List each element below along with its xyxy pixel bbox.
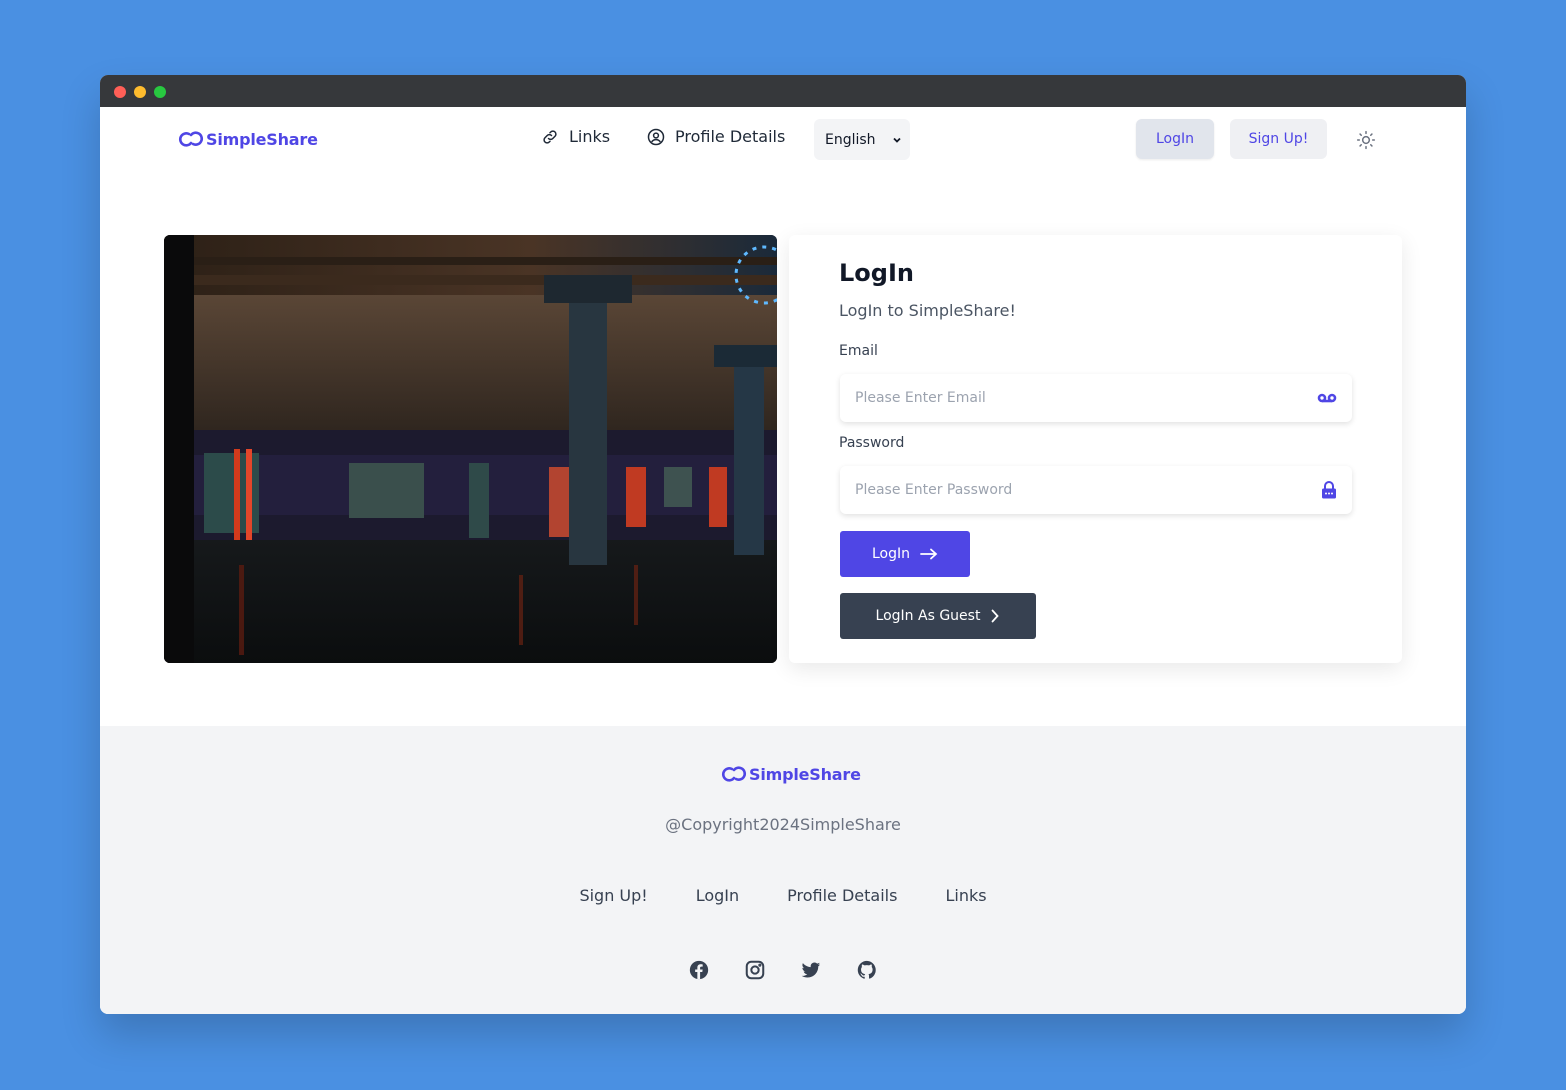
link-logo-icon [178,131,204,147]
maximize-window-button[interactable] [154,86,166,98]
user-circle-icon [647,128,665,145]
password-label: Password [839,435,905,451]
email-field[interactable] [840,374,1352,422]
instagram-icon[interactable] [744,959,766,981]
header-signup-button[interactable]: Sign Up! [1230,119,1327,159]
nav-links[interactable]: Links [541,127,610,146]
social-links [688,959,878,981]
footer-link-profile-details[interactable]: Profile Details [787,886,897,905]
copyright-text: @Copyright2024SimpleShare [665,815,901,834]
footer-link-login[interactable]: LogIn [696,886,739,905]
login-title: LogIn [839,259,914,287]
chevron-down-icon [893,137,901,143]
link-logo-icon [721,766,747,782]
email-label: Email [839,343,878,359]
footer-brand-name: SimpleShare [749,764,861,784]
login-submit-label: LogIn [871,546,910,562]
browser-window: SimpleShare Links Profile Details Englis… [100,75,1466,1014]
login-submit-button[interactable]: LogIn [840,531,970,577]
email-input[interactable] [855,390,1275,406]
footer-link-links[interactable]: Links [945,886,986,905]
lock-icon [1322,481,1336,499]
nav-links-label: Links [569,127,611,146]
twitter-icon[interactable] [800,959,822,981]
site-footer: SimpleShare @Copyright2024SimpleShare Si… [100,726,1466,1014]
site-header: SimpleShare Links Profile Details Englis… [100,107,1466,171]
language-select[interactable]: English [814,119,910,160]
voicemail-icon [1317,393,1337,403]
footer-brand-logo[interactable]: SimpleShare [720,760,861,788]
footer-links: Sign Up! LogIn Profile Details Links [100,886,1466,905]
nav-profile-details[interactable]: Profile Details [647,127,785,146]
login-as-guest-button[interactable]: LogIn As Guest [840,593,1036,639]
nav-profile-label: Profile Details [675,127,786,146]
footer-link-signup[interactable]: Sign Up! [579,886,647,905]
close-window-button[interactable] [114,86,126,98]
subway-station-image [164,235,777,663]
login-subtitle: LogIn to SimpleShare! [839,301,1016,320]
facebook-icon[interactable] [688,959,710,981]
arrow-right-icon [920,548,938,560]
minimize-window-button[interactable] [134,86,146,98]
brand-logo[interactable]: SimpleShare [177,125,318,153]
header-login-button[interactable]: LogIn [1136,119,1214,159]
sun-icon[interactable] [1356,130,1376,150]
link-icon [543,129,557,144]
login-guest-label: LogIn As Guest [875,608,981,624]
chevron-right-icon [992,609,1000,623]
brand-name: SimpleShare [206,129,318,149]
password-field[interactable] [840,466,1352,514]
language-selected: English [825,131,876,148]
password-input[interactable] [855,482,1275,498]
login-card: LogIn LogIn to SimpleShare! Email Passwo… [789,235,1402,663]
github-icon[interactable] [856,959,878,981]
window-titlebar [100,75,1466,107]
